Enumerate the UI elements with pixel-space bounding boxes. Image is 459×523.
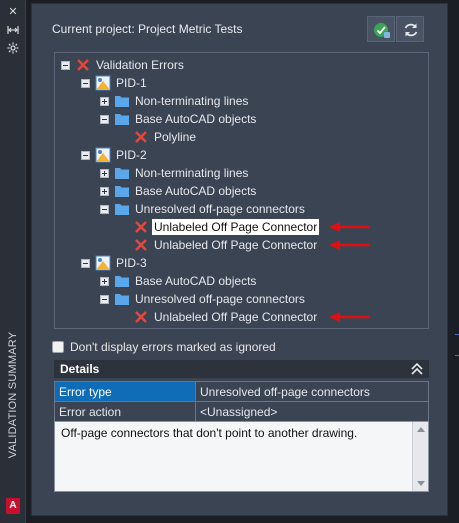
tree-node-pid1-base[interactable]: Base AutoCAD objects (100, 110, 256, 128)
tree-node-pid3-base[interactable]: Base AutoCAD objects (100, 272, 256, 290)
tree-node-pid2-unresolved[interactable]: Unresolved off-page connectors (100, 200, 305, 218)
tree-node-pid3[interactable]: PID-3 (81, 254, 147, 272)
autohide-icon[interactable] (7, 24, 19, 36)
folder-icon (114, 93, 130, 109)
error-x-icon (75, 57, 91, 73)
details-properties: Error type Unresolved off-page connector… (54, 381, 429, 422)
app-badge-icon[interactable]: A (6, 498, 20, 514)
edge-mark (455, 334, 459, 335)
folder-icon (114, 111, 130, 127)
drawing-icon (95, 255, 111, 271)
validation-panel: Current project: Project Metric Tests Va… (31, 3, 448, 516)
tree-node-pid3-opc1[interactable]: Unlabeled Off Page Connector (133, 308, 317, 326)
details-title: Details (60, 362, 100, 376)
collapse-toggle[interactable] (81, 78, 90, 88)
property-value: Unresolved off-page connectors (195, 381, 429, 402)
palette-title-strip: ✕ VALIDATION SUMMARY A (0, 0, 26, 523)
drawing-icon (95, 75, 111, 91)
annotation-arrow (329, 222, 369, 232)
ignore-errors-label: Don't display errors marked as ignored (70, 340, 276, 354)
tree-node-pid2[interactable]: PID-2 (81, 146, 147, 164)
ignore-errors-checkbox[interactable] (52, 341, 64, 353)
collapse-toggle[interactable] (100, 114, 109, 124)
expand-toggle[interactable] (100, 186, 109, 196)
folder-icon (114, 165, 130, 181)
tree-node-pid2-base[interactable]: Base AutoCAD objects (100, 182, 256, 200)
validate-button[interactable] (367, 16, 395, 42)
tree-node-pid2-opc2[interactable]: Unlabeled Off Page Connector (133, 236, 317, 254)
collapse-toggle[interactable] (81, 258, 90, 268)
tree-node-pid2-nonterm[interactable]: Non-terminating lines (100, 164, 248, 182)
description-scrollbar[interactable] (412, 422, 428, 491)
error-x-icon (133, 237, 149, 253)
tree-node-pid2-opc1[interactable]: Unlabeled Off Page Connector (133, 218, 320, 236)
tree-node-root[interactable]: Validation Errors (61, 56, 184, 74)
ignore-errors-option[interactable]: Don't display errors marked as ignored (52, 340, 276, 354)
collapse-toggle[interactable] (81, 150, 90, 160)
annotation-arrow (329, 240, 369, 250)
refresh-icon (404, 23, 418, 37)
expand-toggle[interactable] (100, 276, 109, 286)
collapse-toggle[interactable] (61, 60, 70, 70)
property-row[interactable]: Error action <Unassigned> (54, 401, 429, 422)
collapse-toggle[interactable] (100, 204, 109, 214)
validate-check-icon (374, 23, 390, 38)
folder-icon (114, 183, 130, 199)
palette-title: VALIDATION SUMMARY (7, 331, 19, 459)
expand-toggle[interactable] (100, 168, 109, 178)
collapse-chevron-icon[interactable] (411, 362, 423, 376)
description-box[interactable]: Off-page connectors that don't point to … (54, 421, 429, 492)
current-project-label: Current project: Project Metric Tests (52, 22, 243, 36)
settings-icon[interactable] (7, 42, 19, 54)
expand-toggle[interactable] (100, 96, 109, 106)
scroll-up-icon[interactable] (417, 427, 425, 432)
property-row[interactable]: Error type Unresolved off-page connector… (54, 381, 429, 402)
validation-tree[interactable]: Validation Errors PID-1 Non-terminating … (54, 52, 429, 329)
property-value: <Unassigned> (195, 401, 429, 422)
scroll-down-icon[interactable] (417, 481, 425, 486)
collapse-toggle[interactable] (100, 294, 109, 304)
selected-tree-label: Unlabeled Off Page Connector (152, 219, 320, 235)
edge-mark (455, 355, 459, 356)
property-key: Error type (54, 381, 196, 402)
folder-icon (114, 273, 130, 289)
details-header[interactable]: Details (54, 360, 429, 378)
folder-icon (114, 291, 130, 307)
tree-node-pid1[interactable]: PID-1 (81, 74, 147, 92)
folder-icon (114, 201, 130, 217)
error-x-icon (133, 309, 149, 325)
tree-node-pid1-polyline[interactable]: Polyline (133, 128, 196, 146)
tree-node-pid3-unresolved[interactable]: Unresolved off-page connectors (100, 290, 305, 308)
details-section: Details Error type Unresolved off-page c… (54, 360, 429, 492)
tree-node-pid1-nonterm[interactable]: Non-terminating lines (100, 92, 248, 110)
annotation-arrow (329, 312, 369, 322)
close-icon[interactable]: ✕ (7, 6, 19, 18)
error-x-icon (133, 219, 149, 235)
description-text: Off-page connectors that don't point to … (61, 426, 358, 440)
property-key: Error action (54, 401, 196, 422)
drawing-icon (95, 147, 111, 163)
error-x-icon (133, 129, 149, 145)
refresh-button[interactable] (396, 16, 424, 42)
